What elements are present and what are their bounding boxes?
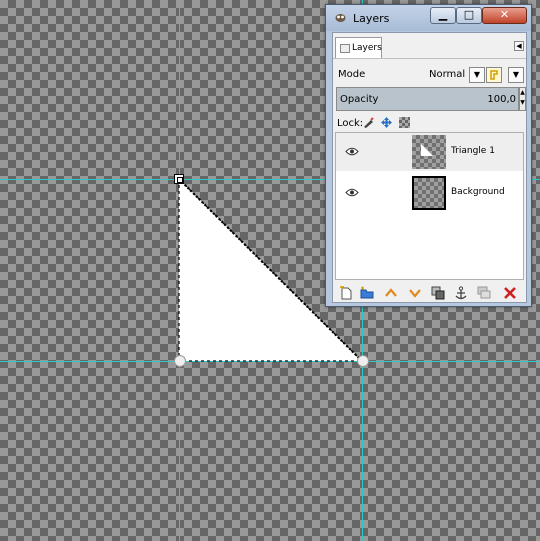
tab-divider bbox=[333, 58, 526, 59]
anchor-layer-icon[interactable] bbox=[454, 286, 468, 300]
duplicate-layer-icon[interactable] bbox=[431, 286, 445, 300]
mode-select[interactable]: Normal bbox=[429, 69, 465, 80]
maximize-button[interactable]: □ bbox=[456, 7, 482, 24]
tab-layers[interactable]: Layers bbox=[335, 37, 382, 59]
layers-panel: Layers ◀ Mode Normal ▼ ▼ Opacity 100,0 ▲… bbox=[332, 32, 527, 303]
opacity-label: Opacity bbox=[340, 94, 379, 105]
corner-handle[interactable] bbox=[357, 355, 369, 367]
lock-alpha-icon[interactable] bbox=[399, 117, 410, 128]
corner-handle[interactable] bbox=[174, 355, 186, 367]
minimize-button[interactable]: ▁ bbox=[430, 7, 456, 24]
transform-anchor-handle[interactable] bbox=[174, 174, 184, 184]
eye-icon[interactable] bbox=[345, 147, 359, 156]
raise-layer-icon[interactable] bbox=[384, 286, 398, 300]
lock-label: Lock: bbox=[337, 118, 364, 129]
layer-thumbnail bbox=[412, 135, 446, 169]
lock-position-icon[interactable] bbox=[381, 117, 392, 128]
layers-dialog: Layers ▁ □ ✕ Layers ◀ Mode Normal ▼ ▼ Op… bbox=[325, 4, 532, 307]
layer-row-triangle[interactable]: Triangle 1 bbox=[336, 133, 523, 171]
opacity-value: 100,0 bbox=[487, 94, 516, 105]
close-button[interactable]: ✕ bbox=[482, 7, 527, 24]
tab-menu-button[interactable]: ◀ bbox=[514, 41, 524, 51]
window-title: Layers bbox=[353, 12, 390, 25]
layers-list: Triangle 1 Background bbox=[335, 132, 524, 280]
dock-menu-icon[interactable]: ▼ bbox=[508, 67, 524, 83]
gimp-icon bbox=[335, 14, 346, 22]
eye-icon[interactable] bbox=[345, 188, 359, 197]
title-bar[interactable]: Layers ▁ □ ✕ bbox=[326, 5, 531, 31]
layer-name[interactable]: Background bbox=[451, 187, 505, 197]
delete-layer-icon[interactable] bbox=[503, 286, 517, 300]
tab-label: Layers bbox=[352, 43, 382, 53]
mode-label: Mode bbox=[338, 69, 366, 80]
new-layer-icon[interactable] bbox=[339, 286, 353, 300]
mode-dropdown-icon[interactable]: ▼ bbox=[469, 67, 485, 83]
layer-row-background[interactable]: Background bbox=[336, 174, 523, 212]
new-layer-group-icon[interactable] bbox=[360, 286, 374, 300]
opacity-slider[interactable]: Opacity 100,0 bbox=[336, 87, 519, 111]
merge-layer-icon[interactable] bbox=[477, 286, 491, 300]
layer-thumbnail bbox=[412, 176, 446, 210]
mode-reset-icon[interactable] bbox=[486, 67, 502, 83]
lock-pixels-icon[interactable] bbox=[363, 117, 374, 128]
layer-name[interactable]: Triangle 1 bbox=[451, 146, 495, 156]
opacity-spinner[interactable]: ▲ ▼ bbox=[519, 87, 526, 111]
lower-layer-icon[interactable] bbox=[408, 286, 422, 300]
layers-tab-icon bbox=[340, 44, 350, 53]
